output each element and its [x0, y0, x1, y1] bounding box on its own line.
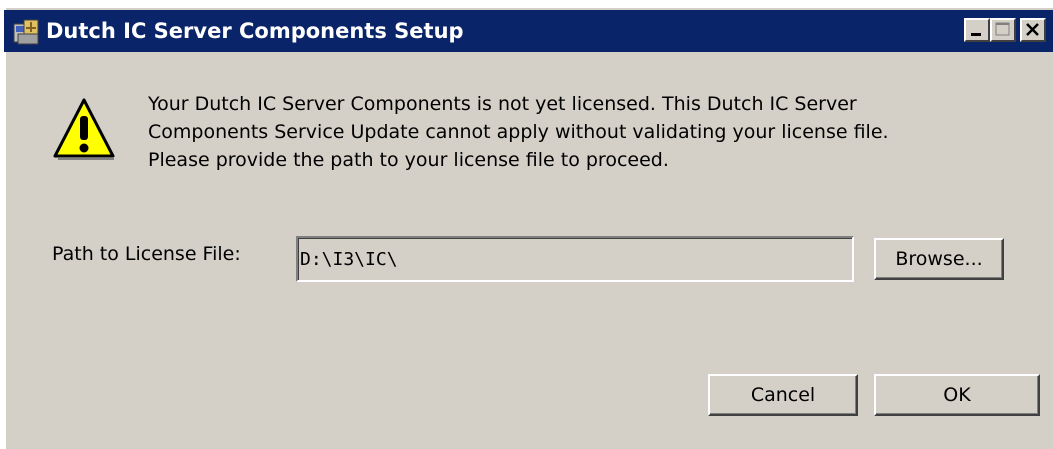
- maximize-button[interactable]: [990, 18, 1016, 42]
- license-path-field[interactable]: [296, 236, 854, 282]
- title-bar[interactable]: Dutch IC Server Components Setup: [4, 10, 1053, 52]
- maximize-icon: [995, 22, 1010, 36]
- close-button[interactable]: [1020, 18, 1046, 42]
- minimize-button[interactable]: [964, 18, 990, 42]
- browse-button[interactable]: Browse...: [874, 238, 1004, 280]
- ok-button[interactable]: OK: [874, 374, 1040, 416]
- path-label: Path to License File:: [52, 243, 241, 265]
- license-message: Your Dutch IC Server Components is not y…: [148, 93, 889, 171]
- cancel-button[interactable]: Cancel: [708, 374, 858, 416]
- close-icon: [1026, 23, 1039, 36]
- window-title: Dutch IC Server Components Setup: [46, 19, 464, 43]
- setup-app-icon: [12, 16, 42, 46]
- warning-icon: [52, 96, 116, 162]
- minimize-icon: [971, 33, 981, 36]
